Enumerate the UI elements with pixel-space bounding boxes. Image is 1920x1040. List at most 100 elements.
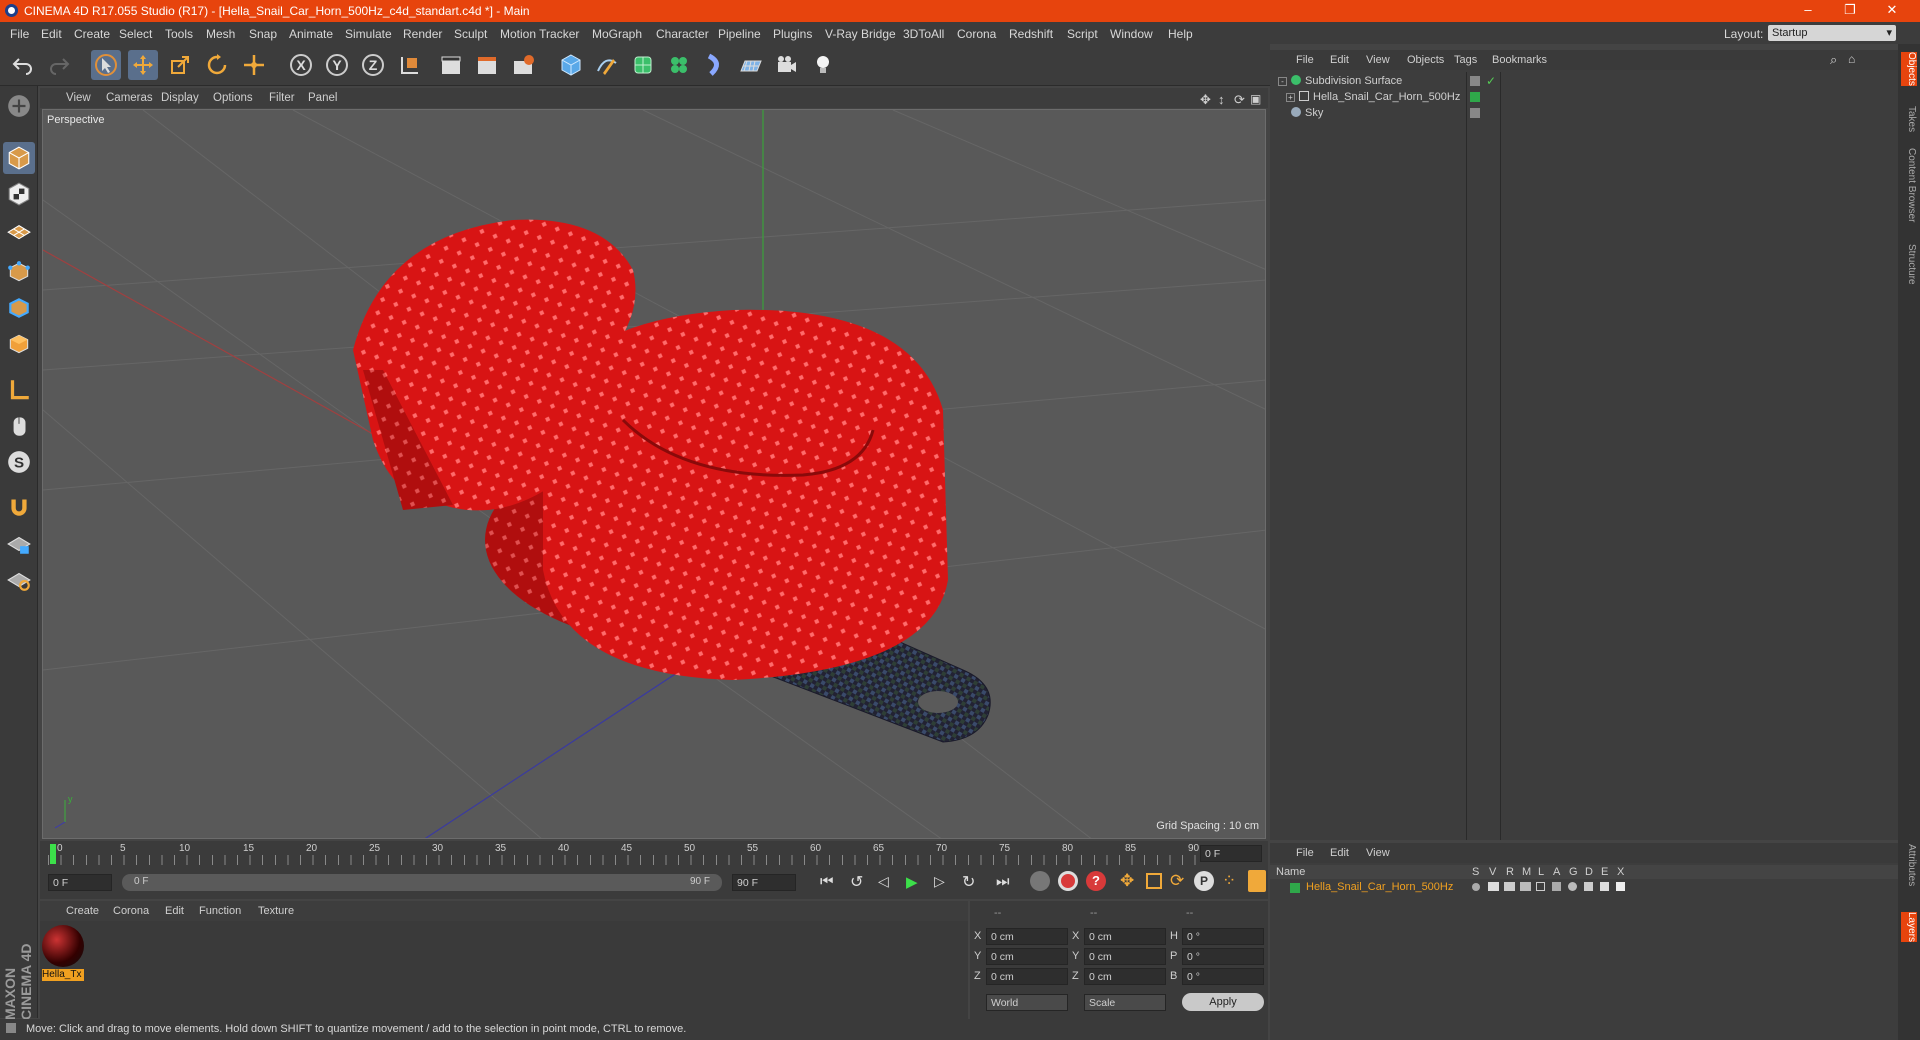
restore-button[interactable]: ❐ [1842, 3, 1858, 17]
material-menu-create[interactable]: Create [66, 905, 99, 917]
rotation-b-field[interactable]: 0 ° [1182, 968, 1264, 985]
menu-help[interactable]: Help [1168, 27, 1193, 41]
size-y-field[interactable]: 0 cm [1084, 948, 1166, 965]
om-menu-view[interactable]: View [1366, 54, 1390, 66]
layer-row[interactable]: Hella_Snail_Car_Horn_500Hz [1270, 880, 1898, 895]
timeline-window-icon[interactable] [1248, 870, 1266, 892]
timeline-ruler[interactable]: 0 5 10 15 20 25 30 35 40 45 50 55 60 65 … [40, 841, 1268, 867]
xref-toggle-icon[interactable] [1616, 882, 1625, 891]
lm-menu-file[interactable]: File [1296, 847, 1314, 859]
end-frame-field[interactable]: 90 F [732, 874, 796, 891]
apply-button[interactable]: Apply [1182, 993, 1264, 1011]
object-row-subdivision-surface[interactable]: - Subdivision Surface [1278, 75, 1402, 91]
make-editable-button[interactable] [3, 90, 35, 122]
material-menu-function[interactable]: Function [199, 905, 241, 917]
material-menu-texture[interactable]: Texture [258, 905, 294, 917]
workplane-rotate-button[interactable] [3, 564, 35, 596]
cloner-button[interactable] [664, 50, 694, 80]
om-menu-objects[interactable]: Objects [1407, 54, 1444, 66]
menu-corona[interactable]: Corona [957, 27, 996, 41]
workplane-mode-button[interactable] [3, 214, 35, 246]
menu-3dtoall[interactable]: 3DToAll [903, 27, 944, 41]
menu-window[interactable]: Window [1110, 27, 1153, 41]
viewport-pan-icon[interactable]: ✥ [1200, 92, 1211, 108]
lock-icon[interactable] [1536, 882, 1545, 891]
menu-character[interactable]: Character [656, 27, 709, 41]
layer-color-tag[interactable] [1470, 92, 1480, 102]
tweak-mode-button[interactable] [3, 410, 35, 442]
animation-toggle-icon[interactable] [1552, 882, 1561, 891]
key-parameter-icon[interactable]: P [1194, 871, 1214, 891]
rotation-h-field[interactable]: 0 ° [1182, 928, 1264, 945]
next-key-icon[interactable]: ↻ [962, 872, 975, 892]
step-back-icon[interactable]: ◁ [878, 873, 889, 890]
menu-sculpt[interactable]: Sculpt [454, 27, 487, 41]
camera-object-button[interactable] [772, 50, 802, 80]
visible-eye-icon[interactable] [1488, 882, 1499, 891]
enabled-check-icon[interactable]: ✓ [1486, 74, 1496, 88]
rotate-tool-button[interactable] [202, 50, 232, 80]
expand-icon[interactable]: + [1286, 93, 1295, 102]
key-scale-icon[interactable] [1146, 873, 1162, 889]
subdivision-surface-button[interactable] [628, 50, 658, 80]
menu-vray-bridge[interactable]: V-Ray Bridge [825, 27, 896, 41]
model-mode-button[interactable] [3, 142, 35, 174]
live-selection-button[interactable] [91, 50, 121, 80]
frame-range-slider[interactable]: 0 F 90 F [122, 874, 722, 891]
manager-toggle-icon[interactable] [1520, 882, 1531, 891]
position-z-field[interactable]: 0 cm [986, 968, 1068, 985]
viewport-menu-filter[interactable]: Filter [269, 92, 295, 104]
material-menu-corona[interactable]: Corona [113, 905, 149, 917]
go-to-end-icon[interactable]: ⏭ [996, 873, 1010, 890]
lm-menu-view[interactable]: View [1366, 847, 1390, 859]
tab-objects[interactable]: Objects [1901, 52, 1917, 86]
om-menu-tags[interactable]: Tags [1454, 54, 1477, 66]
floor-object-button[interactable] [736, 50, 766, 80]
position-y-field[interactable]: 0 cm [986, 948, 1068, 965]
tab-layers[interactable]: Layers [1901, 912, 1917, 943]
start-frame-field[interactable]: 0 F [48, 874, 112, 891]
menu-render[interactable]: Render [403, 27, 442, 41]
polygon-mode-button[interactable] [3, 328, 35, 360]
record-keyframe-icon[interactable] [1058, 871, 1078, 891]
viewport-rotate-icon[interactable]: ⟳ [1234, 92, 1245, 108]
step-forward-icon[interactable]: ▷ [934, 873, 945, 890]
current-frame-field[interactable]: 0 F [1200, 845, 1262, 862]
solo-toggle-icon[interactable] [1472, 883, 1480, 891]
axis-mode-button[interactable] [3, 374, 35, 406]
menu-create[interactable]: Create [74, 27, 110, 41]
size-z-field[interactable]: 0 cm [1084, 968, 1166, 985]
visibility-toggle[interactable] [1470, 108, 1480, 118]
key-pla-icon[interactable]: ⁘ [1222, 871, 1236, 891]
render-view-button[interactable] [436, 50, 466, 80]
prev-key-icon[interactable]: ↺ [850, 872, 863, 892]
key-position-icon[interactable]: ✥ [1120, 871, 1134, 891]
viewport-menu-cameras[interactable]: Cameras [106, 92, 153, 104]
material-menu-edit[interactable]: Edit [165, 905, 184, 917]
go-to-start-icon[interactable]: ⏮ [820, 873, 834, 890]
home-icon[interactable]: ⌂ [1848, 52, 1855, 66]
move-tool-button[interactable] [128, 50, 158, 80]
menu-mesh[interactable]: Mesh [206, 27, 235, 41]
keyframe-selection-icon[interactable] [1030, 871, 1050, 891]
close-button[interactable]: ✕ [1884, 3, 1900, 17]
viewport-menu-panel[interactable]: Panel [308, 92, 337, 104]
menu-pipeline[interactable]: Pipeline [718, 27, 761, 41]
deformers-toggle-icon[interactable] [1584, 882, 1593, 891]
minimize-button[interactable]: – [1800, 3, 1816, 17]
lm-menu-edit[interactable]: Edit [1330, 847, 1349, 859]
playhead[interactable] [50, 844, 56, 864]
cube-object-button[interactable] [556, 50, 586, 80]
menu-tools[interactable]: Tools [165, 27, 193, 41]
rotation-p-field[interactable]: 0 ° [1182, 948, 1264, 965]
x-axis-lock-button[interactable]: X [286, 50, 316, 80]
material-swatch[interactable]: Hella_Tx [42, 925, 84, 983]
generators-toggle-icon[interactable] [1568, 882, 1577, 891]
visibility-toggle[interactable] [1470, 76, 1480, 86]
undo-button[interactable] [8, 50, 38, 80]
object-row-horn[interactable]: + Hella_Snail_Car_Horn_500Hz [1286, 91, 1460, 107]
tab-content-browser[interactable]: Content Browser [1901, 148, 1917, 222]
viewport-menu-display[interactable]: Display [161, 92, 199, 104]
menu-redshift[interactable]: Redshift [1009, 27, 1053, 41]
3d-viewport[interactable]: y Perspective Grid Spacing : 10 cm [42, 109, 1266, 839]
